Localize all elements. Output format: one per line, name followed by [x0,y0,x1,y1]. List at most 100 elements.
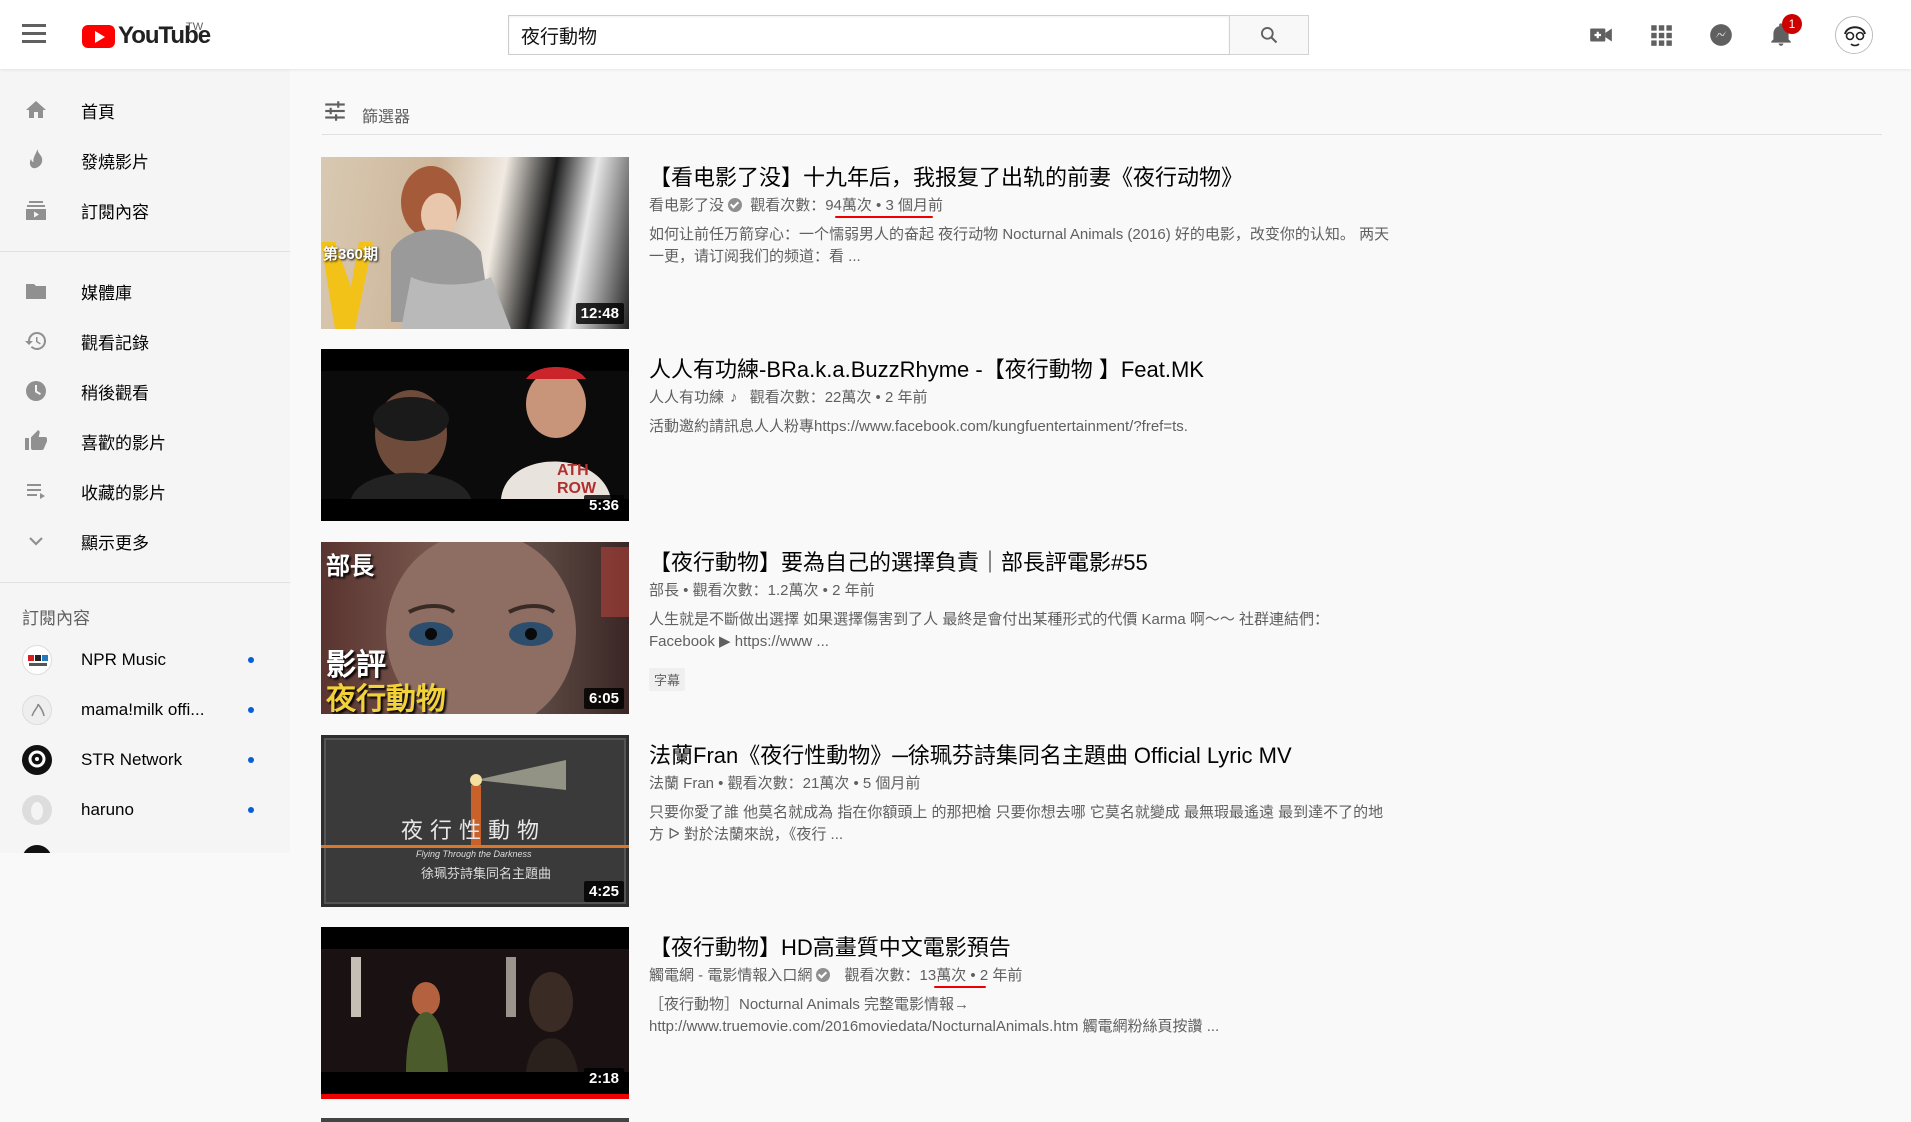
new-content-dot [248,707,254,713]
filter-sliders-icon[interactable] [322,98,348,124]
channel-avatar [22,745,52,775]
sidebar-divider [0,582,290,583]
video-duration: 12:48 [575,303,624,324]
search-bar: 夜行動物 [508,15,1309,55]
video-title[interactable]: 【看电影了没】十九年后，我报复了出轨的前妻《夜行动物》 [649,160,1243,192]
account-avatar[interactable] [1835,16,1873,54]
subscription-name: haruno [81,800,134,819]
sidebar-item-watch-later[interactable]: 稍後觀看 [0,366,290,416]
sidebar-item-liked[interactable]: 喜歡的影片 [0,416,290,466]
menu-icon[interactable] [22,24,46,44]
next-thumbnail-edge [321,1118,629,1122]
video-thumbnail[interactable]: 2:18 [321,927,629,1099]
channel-avatar [22,795,52,825]
new-content-dot [248,807,254,813]
view-count-label: 觀看次數： [692,582,768,599]
video-metadata: 部長 • 觀看次數：1.2萬次 • 2 年前 [649,582,875,599]
thumbnail-caption: 夜 行 性 動 物 [401,819,539,844]
search-icon [1261,27,1278,44]
filter-label[interactable]: 篩選器 [362,103,410,127]
video-description: ［夜行動物］Nocturnal Animals 完整電影情報→ http://w… [649,996,1220,1035]
apps-grid-icon[interactable] [1648,22,1674,48]
video-metadata: 人人有功練 ♪ 觀看次數：22萬次 • 2 年前 [649,389,928,406]
subscriptions-heading: 訂閱內容 [22,609,90,628]
video-title[interactable]: 人人有功練-BRa.k.a.BuzzRhyme -【夜行動物 】Feat.MK [649,352,1204,384]
subscription-item[interactable] [0,835,290,853]
sidebar-item-home[interactable]: 首頁 [0,85,290,135]
sidebar-item-trending[interactable]: 發燒影片 [0,135,290,185]
channel-name[interactable]: 觸電網 - 電影情報入口網 [649,967,812,984]
view-count-label: 觀看次數： [750,197,826,214]
sidebar-item-label: 喜歡的影片 [81,433,166,453]
view-count-label: 觀看次數： [844,967,920,984]
video-thumbnail[interactable]: ATH ROW 5:36 [321,349,629,521]
annotation-underline [835,216,933,218]
annotation-underline [934,986,986,988]
video-description: 人生就是不斷做出選擇 如果選擇傷害到了人 最終是會付出某種形式的代價 Karma… [649,611,1330,650]
video-duration: 6:05 [583,688,624,709]
clock-icon [24,379,48,403]
thumbnail-caption: 夜行動物 [326,683,446,714]
video-thumbnail[interactable]: 第360期 12:48 [321,157,629,329]
channel-avatar [22,645,52,675]
channel-name[interactable]: 看电影了没 [649,197,724,214]
video-duration: 5:36 [583,495,624,516]
video-description: 如何让前任万箭穿心：一个懦弱男人的奋起 夜行动物 Nocturnal Anima… [649,226,1390,265]
subscriptions-icon [24,198,48,222]
sidebar-item-label: 收藏的影片 [81,483,166,503]
channel-name[interactable]: 部長 [649,582,679,599]
search-input[interactable]: 夜行動物 [508,15,1229,55]
video-thumbnail[interactable]: 夜 行 性 動 物 Flying Through the Darkness 徐珮… [321,735,629,907]
upload-age: 2 年前 [979,967,1023,984]
upload-age: 3 個月前 [885,197,943,214]
sidebar-item-library[interactable]: 媒體庫 [0,266,290,316]
country-code: TW [186,21,204,33]
messages-icon[interactable] [1708,22,1734,48]
channel-avatar [22,845,52,853]
sidebar-item-saved[interactable]: 收藏的影片 [0,466,290,516]
video-metadata: 看电影了没 觀看次數：94萬次 • 3 個月前 [649,197,943,214]
thumbs-up-icon [24,429,48,453]
subscription-item[interactable]: NPR Music [0,635,290,685]
sidebar-item-label: 觀看記錄 [81,333,149,353]
sidebar-item-label: 首頁 [81,102,115,122]
video-duration: 2:18 [583,1068,624,1089]
play-logo-icon [82,24,115,48]
sidebar-item-subscriptions[interactable]: 訂閱內容 [0,185,290,235]
channel-name[interactable]: 人人有功練 [649,389,724,406]
sidebar-divider [0,251,290,252]
sidebar-item-show-more[interactable]: 顯示更多 [0,516,290,566]
notification-badge: 1 [1782,14,1802,34]
sidebar-item-history[interactable]: 觀看記錄 [0,316,290,366]
channel-name[interactable]: 法蘭 Fran [649,775,714,792]
video-result: 第360期 12:48 【看电影了没】十九年后，我报复了出轨的前妻《夜行动物》 … [321,157,1421,329]
video-title[interactable]: 法蘭Fran《夜行性動物》─徐珮芬詩集同名主題曲 Official Lyric … [649,738,1292,770]
video-result: 部長 影評 夜行動物 6:05 【夜行動物】要為自己的選擇負責｜部長評電影#55… [321,542,1421,714]
sidebar-item-label: 媒體庫 [81,283,132,303]
flame-icon [24,148,48,172]
subscription-name: NPR Music [81,650,167,669]
video-duration: 4:25 [583,881,624,902]
upload-age: 2 年前 [832,582,875,599]
video-thumbnail[interactable]: 部長 影評 夜行動物 6:05 [321,542,629,714]
create-video-icon[interactable] [1588,22,1614,48]
notifications-icon[interactable]: 1 [1768,14,1802,48]
playlist-icon [24,479,48,503]
thumbnail-caption: 第360期 [323,246,379,263]
upload-age: 2 年前 [884,389,928,406]
search-button[interactable] [1229,15,1309,55]
subscription-item[interactable]: haruno [0,785,290,835]
video-title[interactable]: 【夜行動物】要為自己的選擇負責｜部長評電影#55 [649,545,1148,577]
view-count-label: 觀看次數： [749,389,825,406]
subscription-item[interactable]: mama!milk offi... [0,685,290,735]
video-title[interactable]: 【夜行動物】HD高畫質中文電影預告 [649,930,1011,962]
music-note-icon: ♪ [730,389,738,406]
view-count: 21萬次 [802,775,850,792]
view-count: 13萬次 [919,967,967,984]
video-result: 2:18 【夜行動物】HD高畫質中文電影預告 觸電網 - 電影情報入口網 觀看次… [321,927,1421,1099]
sidebar-item-label: 稍後觀看 [81,383,149,403]
subscription-item[interactable]: STR Network [0,735,290,785]
thumbnail-caption: Flying Through the Darkness [416,849,532,859]
view-count: 22萬次 [824,389,872,406]
thumbnail-caption: 部長 [326,553,374,580]
